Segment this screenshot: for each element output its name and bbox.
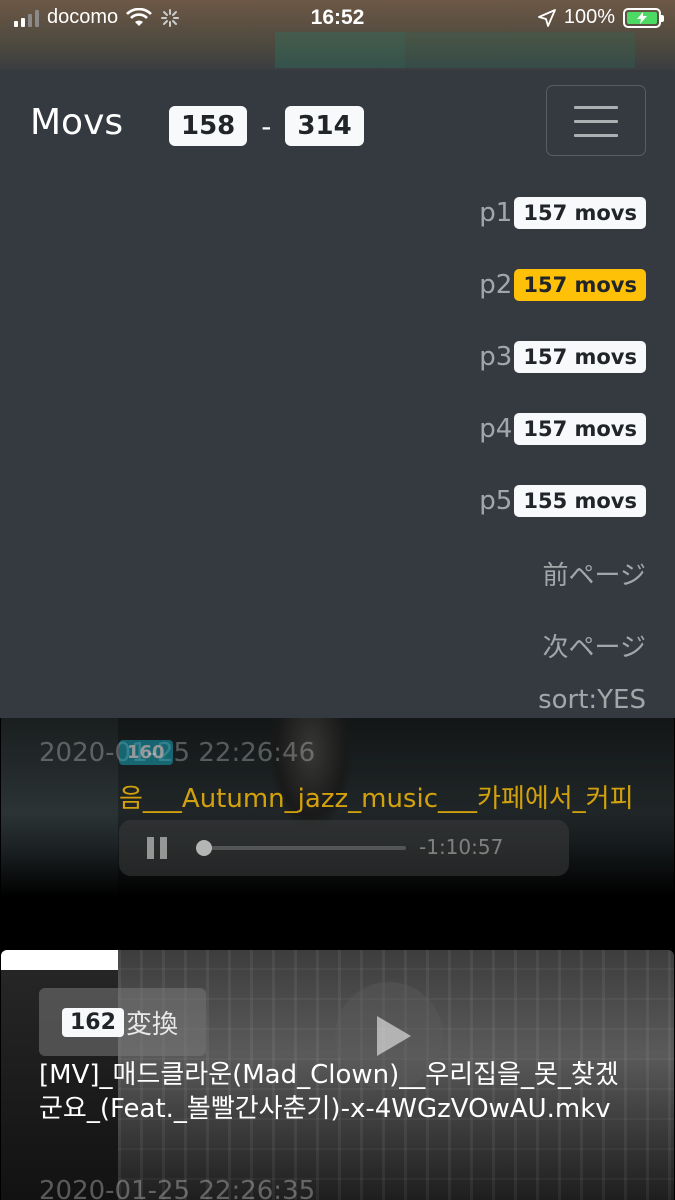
movie-date: 2020-01-25 22:26:46: [39, 738, 316, 768]
nav-item-p4[interactable]: p4 157 movs: [346, 393, 646, 465]
location-arrow-icon: [537, 8, 556, 27]
movie-card: 2020-01-25 22:26:46 160 음___Autumn_jazz_…: [1, 718, 674, 928]
page-count-badge: 157 movs: [514, 197, 646, 229]
page-count-badge-active: 157 movs: [514, 269, 646, 301]
page-count-badge: 157 movs: [514, 341, 646, 373]
next-page-link[interactable]: 次ページ: [346, 609, 646, 681]
range-start-badge: 158: [169, 106, 248, 146]
video-player-controls: -1:10:57: [119, 820, 569, 876]
prev-page-link[interactable]: 前ページ: [346, 537, 646, 609]
battery-percent: 100%: [563, 6, 615, 28]
status-bar: docomo 16:52 100%: [0, 0, 675, 70]
nav-item-p3[interactable]: p3 157 movs: [346, 321, 646, 393]
status-right: 100%: [537, 6, 664, 29]
charging-bolt-icon: [637, 11, 647, 24]
nav-menu: p1 157 movs p2 157 movs p3 157 movs p4 1…: [346, 177, 646, 737]
background-strip: [275, 32, 405, 68]
background-strip: [405, 32, 635, 68]
movie-number-badge: 162: [62, 1007, 124, 1037]
battery-icon: [623, 7, 664, 28]
movie-card: 162 変換 [MV]_매드클라운(Mad_Clown)__우리집을_못_찾겠군…: [1, 950, 674, 1200]
movie-filename[interactable]: [MV]_매드클라운(Mad_Clown)__우리집을_못_찾겠군요_(Feat…: [39, 1058, 639, 1126]
page-label: p5: [479, 486, 513, 516]
movie-title-link[interactable]: 음___Autumn_jazz_music___카페에서_커피: [119, 778, 634, 815]
range-separator: -: [261, 109, 272, 143]
page-count-badge: 157 movs: [514, 413, 646, 445]
nav-item-p5[interactable]: p5 155 movs: [346, 465, 646, 537]
page-count-badge: 155 movs: [514, 485, 646, 517]
page-label: p1: [479, 198, 513, 228]
convert-button[interactable]: 162 変換: [39, 988, 206, 1056]
progress-knob[interactable]: [196, 840, 212, 856]
hamburger-icon: [574, 106, 618, 109]
navbar-brand[interactable]: Movs: [30, 102, 123, 143]
sort-toggle-link[interactable]: sort:YES: [346, 681, 646, 737]
menu-toggle-button[interactable]: [546, 85, 646, 156]
navbar: Movs 158 - 314 p1 157 movs p2 157 movs p…: [0, 70, 675, 718]
pause-icon[interactable]: [147, 837, 169, 859]
progress-track[interactable]: [211, 846, 406, 850]
remaining-time: -1:10:57: [419, 835, 504, 859]
page-label: p3: [479, 342, 513, 372]
movie-list: 2020-01-25 22:26:46 160 음___Autumn_jazz_…: [0, 718, 675, 1200]
convert-label: 変換: [125, 1009, 178, 1040]
page-label: p4: [479, 414, 513, 444]
movie-date: 2020-01-25 22:26:35: [39, 1176, 316, 1200]
range-end-badge: 314: [285, 106, 364, 146]
nav-item-p1[interactable]: p1 157 movs: [346, 177, 646, 249]
page-label: p2: [479, 270, 513, 300]
movie-number-badge: 160: [119, 740, 173, 765]
battery-fill: [627, 11, 657, 24]
nav-item-p2[interactable]: p2 157 movs: [346, 249, 646, 321]
range-indicator: 158 - 314: [169, 106, 364, 146]
